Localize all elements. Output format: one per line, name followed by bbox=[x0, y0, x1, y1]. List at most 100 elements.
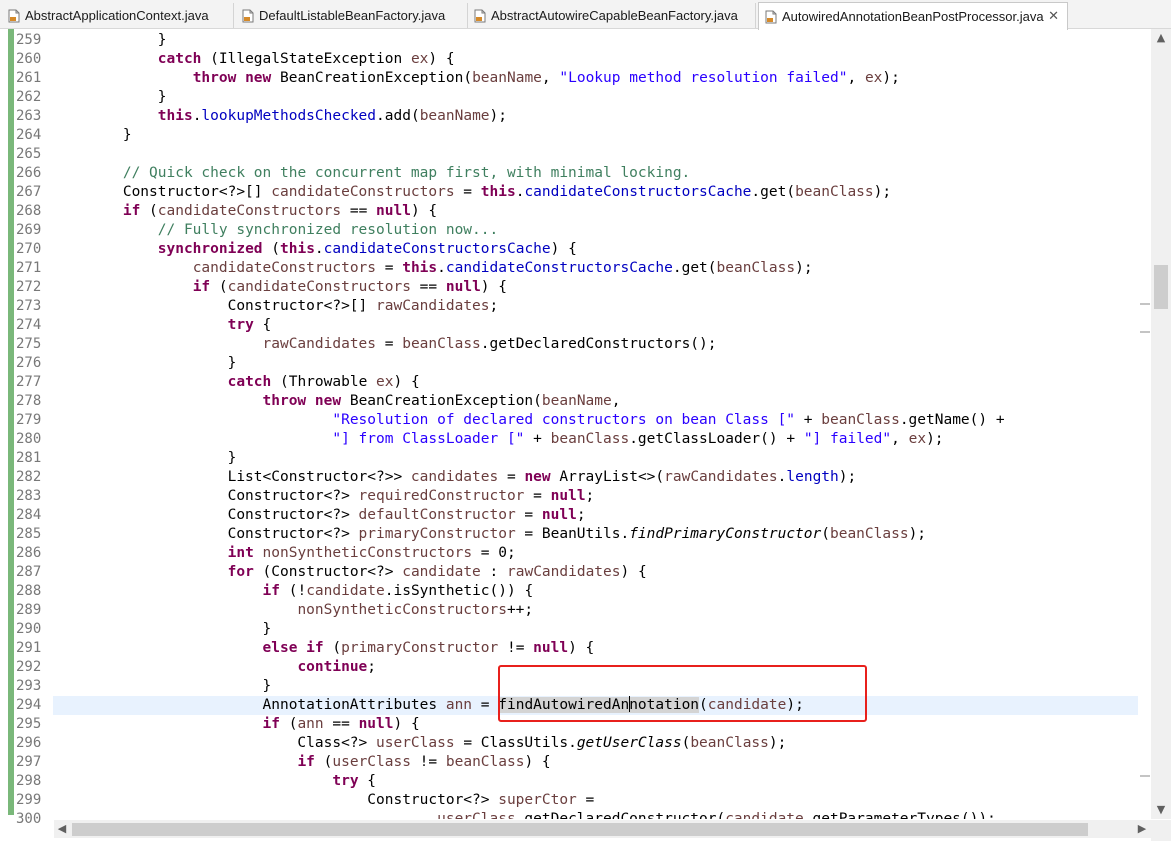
tab-label: AbstractApplicationContext.java bbox=[25, 8, 209, 23]
code-line[interactable]: } bbox=[53, 126, 132, 145]
annotation-highlight-box bbox=[498, 665, 867, 722]
line-number: 265 bbox=[16, 146, 42, 162]
horizontal-scrollbar[interactable]: ◀ ▶ bbox=[54, 820, 1151, 838]
code-line[interactable]: throw new BeanCreationException(beanName… bbox=[53, 69, 900, 88]
code-line[interactable]: // Quick check on the concurrent map fir… bbox=[53, 164, 690, 183]
code-line[interactable]: Constructor<?> superCtor = bbox=[53, 791, 594, 810]
vertical-scroll-thumb[interactable] bbox=[1154, 265, 1168, 309]
code-line[interactable]: // Fully synchronized resolution now... bbox=[53, 221, 498, 240]
close-tab-icon[interactable]: ✕ bbox=[1048, 10, 1059, 23]
line-number: 283 bbox=[16, 488, 42, 504]
code-line[interactable]: List<Constructor<?>> candidates = new Ar… bbox=[53, 468, 857, 487]
line-number: 293 bbox=[16, 678, 42, 694]
horizontal-scroll-thumb[interactable] bbox=[72, 823, 1088, 836]
line-number: 276 bbox=[16, 355, 42, 371]
code-line[interactable]: nonSyntheticConstructors++; bbox=[53, 601, 533, 620]
code-line[interactable]: synchronized (this.candidateConstructors… bbox=[53, 240, 577, 259]
tab-abstract-application-context[interactable]: AbstractApplicationContext.java bbox=[2, 3, 234, 28]
code-line[interactable]: "Resolution of declared constructors on … bbox=[53, 411, 1004, 430]
code-line[interactable]: if (!candidate.isSynthetic()) { bbox=[53, 582, 534, 601]
line-number: 277 bbox=[16, 374, 42, 390]
tab-abstract-autowire-capable-bean-factory[interactable]: AbstractAutowireCapableBeanFactory.java bbox=[468, 3, 756, 28]
code-line[interactable]: "] from ClassLoader [" + beanClass.getCl… bbox=[53, 430, 943, 449]
line-number: 272 bbox=[16, 279, 42, 295]
code-line[interactable]: this.lookupMethodsChecked.add(beanName); bbox=[53, 107, 507, 126]
line-number: 266 bbox=[16, 165, 42, 181]
line-number: 275 bbox=[16, 336, 42, 352]
overview-ruler bbox=[1138, 29, 1151, 819]
code-line[interactable]: Constructor<?> primaryConstructor = Bean… bbox=[53, 525, 926, 544]
scroll-up-arrow-icon[interactable]: ▲ bbox=[1151, 29, 1171, 47]
code-line[interactable]: } bbox=[53, 31, 167, 50]
java-file-icon bbox=[474, 9, 486, 23]
code-line[interactable]: for (Constructor<?> candidate : rawCandi… bbox=[53, 563, 647, 582]
code-line[interactable]: Class<?> userClass = ClassUtils.getUserC… bbox=[53, 734, 786, 753]
code-line[interactable]: } bbox=[53, 88, 167, 107]
line-number: 262 bbox=[16, 89, 42, 105]
line-number: 288 bbox=[16, 583, 42, 599]
line-number: 261 bbox=[16, 70, 42, 86]
code-line[interactable]: catch (Throwable ex) { bbox=[53, 373, 420, 392]
overview-marker bbox=[1140, 331, 1150, 333]
code-line[interactable]: Constructor<?> defaultConstructor = null… bbox=[53, 506, 586, 525]
code-line[interactable]: if (candidateConstructors == null) { bbox=[53, 202, 437, 221]
tab-default-listable-bean-factory[interactable]: DefaultListableBeanFactory.java bbox=[236, 3, 468, 28]
code-line[interactable]: } bbox=[53, 677, 272, 696]
line-number: 299 bbox=[16, 792, 42, 808]
line-number: 286 bbox=[16, 545, 42, 561]
overview-marker bbox=[1140, 303, 1150, 305]
line-number: 289 bbox=[16, 602, 42, 618]
code-line[interactable]: if (ann == null) { bbox=[53, 715, 420, 734]
java-file-icon bbox=[8, 9, 20, 23]
line-number: 279 bbox=[16, 412, 42, 428]
code-line[interactable]: try { bbox=[53, 772, 376, 791]
line-number: 269 bbox=[16, 222, 42, 238]
vertical-scrollbar[interactable]: ▲ ▼ bbox=[1151, 29, 1171, 819]
tab-label: AutowiredAnnotationBeanPostProcessor.jav… bbox=[782, 9, 1044, 24]
line-number: 273 bbox=[16, 298, 42, 314]
line-number: 294 bbox=[16, 697, 42, 713]
code-line[interactable]: candidateConstructors = this.candidateCo… bbox=[53, 259, 813, 278]
scroll-down-arrow-icon[interactable]: ▼ bbox=[1151, 801, 1171, 819]
scrollbar-corner bbox=[1151, 820, 1171, 841]
code-line[interactable]: if (userClass != beanClass) { bbox=[53, 753, 550, 772]
code-line[interactable]: } bbox=[53, 354, 237, 373]
code-editor[interactable]: 259 260 261 262 263 264 265 266 267 268 269 270 271 2… bbox=[0, 29, 1171, 841]
code-line[interactable]: else if (primaryConstructor != null) { bbox=[53, 639, 595, 658]
line-number: 295 bbox=[16, 716, 42, 732]
java-file-icon bbox=[765, 10, 777, 24]
line-number: 300 bbox=[16, 811, 42, 827]
code-line[interactable]: rawCandidates = beanClass.getDeclaredCon… bbox=[53, 335, 717, 354]
tab-label: DefaultListableBeanFactory.java bbox=[259, 8, 446, 23]
code-line[interactable]: try { bbox=[53, 316, 272, 335]
code-line[interactable]: userClass.getDeclaredConstructor(candida… bbox=[53, 810, 996, 819]
code-line[interactable]: throw new BeanCreationException(beanName… bbox=[53, 392, 621, 411]
code-line[interactable]: } bbox=[53, 449, 237, 468]
line-number: 270 bbox=[16, 241, 42, 257]
editor-left-margin bbox=[0, 29, 5, 841]
code-line[interactable]: Constructor<?>[] rawCandidates; bbox=[53, 297, 499, 316]
tab-label: AbstractAutowireCapableBeanFactory.java bbox=[491, 8, 738, 23]
line-number: 298 bbox=[16, 773, 42, 789]
code-line[interactable]: Constructor<?>[] candidateConstructors =… bbox=[53, 183, 891, 202]
code-line[interactable]: Constructor<?> requiredConstructor = nul… bbox=[53, 487, 595, 506]
line-number: 281 bbox=[16, 450, 42, 466]
line-number: 287 bbox=[16, 564, 42, 580]
code-line[interactable]: if (candidateConstructors == null) { bbox=[53, 278, 507, 297]
scroll-left-arrow-icon[interactable]: ◀ bbox=[54, 820, 70, 838]
code-line[interactable]: } bbox=[53, 620, 272, 639]
line-number: 297 bbox=[16, 754, 42, 770]
line-number: 263 bbox=[16, 108, 42, 124]
line-number: 291 bbox=[16, 640, 42, 656]
code-line[interactable]: int nonSyntheticConstructors = 0; bbox=[53, 544, 516, 563]
editor-tab-bar: AbstractApplicationContext.java DefaultL… bbox=[0, 0, 1171, 30]
line-number: 282 bbox=[16, 469, 42, 485]
line-number: 267 bbox=[16, 184, 42, 200]
code-line[interactable]: continue; bbox=[53, 658, 376, 677]
line-number: 280 bbox=[16, 431, 42, 447]
tab-autowired-annotation-bean-post-processor[interactable]: AutowiredAnnotationBeanPostProcessor.jav… bbox=[758, 2, 1068, 30]
scroll-right-arrow-icon[interactable]: ▶ bbox=[1134, 820, 1150, 838]
line-number: 259 bbox=[16, 32, 42, 48]
code-line[interactable]: catch (IllegalStateException ex) { bbox=[53, 50, 455, 69]
line-number: 284 bbox=[16, 507, 42, 523]
